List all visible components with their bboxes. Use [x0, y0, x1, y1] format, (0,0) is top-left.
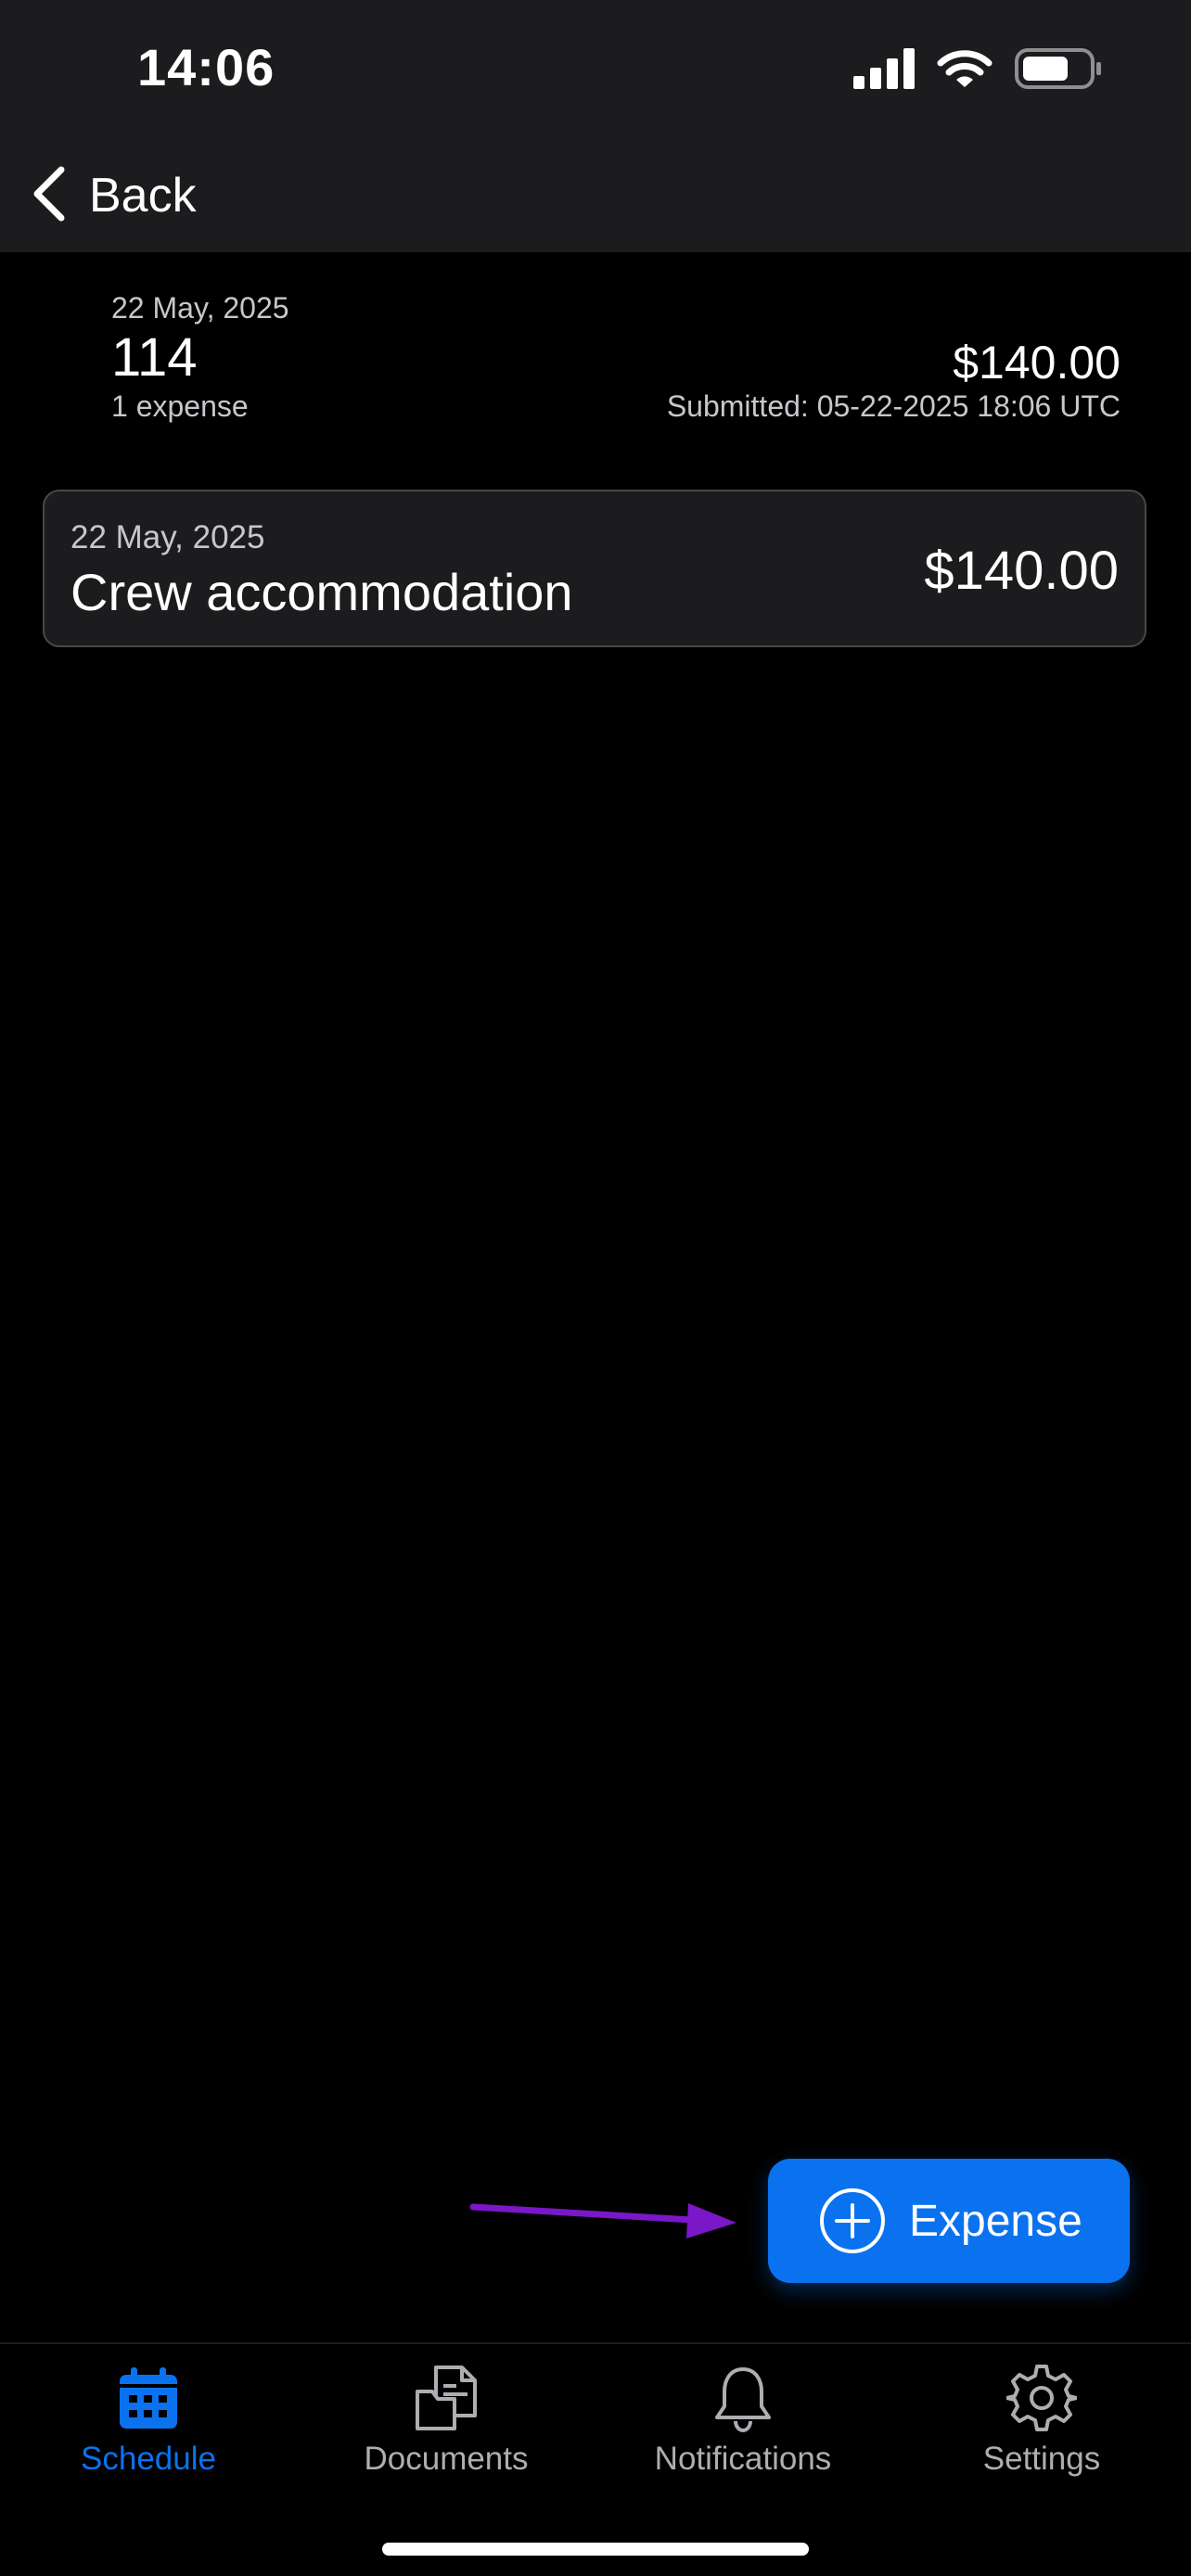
- expense-count: 1 expense: [111, 389, 249, 423]
- back-label: Back: [89, 169, 197, 223]
- report-id: 114: [111, 327, 198, 388]
- annotation-arrow-icon: [469, 2188, 748, 2253]
- tab-settings-label: Settings: [982, 2441, 1101, 2477]
- expense-title: Crew accommodation: [70, 563, 573, 621]
- gear-icon: [1005, 2361, 1079, 2435]
- wifi-icon: [937, 48, 992, 94]
- report-summary: 22 May, 2025 114 1 expense $140.00 Submi…: [0, 252, 1191, 465]
- report-date: 22 May, 2025: [111, 291, 289, 325]
- add-expense-button[interactable]: Expense: [768, 2159, 1130, 2283]
- plus-circle-icon: [818, 2187, 887, 2255]
- add-expense-label: Expense: [909, 2196, 1082, 2246]
- cellular-signal-icon: [853, 47, 915, 94]
- battery-icon: [1015, 47, 1102, 94]
- tab-documents[interactable]: Documents: [307, 2361, 585, 2500]
- tab-bar: Schedule Documents Notifications Setting…: [0, 2342, 1191, 2576]
- report-total: $140.00: [953, 337, 1121, 389]
- tab-notifications-label: Notifications: [654, 2441, 832, 2477]
- expense-date: 22 May, 2025: [70, 519, 265, 555]
- tab-settings[interactable]: Settings: [903, 2361, 1181, 2500]
- tab-notifications[interactable]: Notifications: [604, 2361, 882, 2500]
- status-bar: 14:06: [0, 0, 1191, 139]
- calendar-icon: [111, 2361, 186, 2435]
- bell-icon: [706, 2361, 780, 2435]
- tab-schedule[interactable]: Schedule: [9, 2361, 288, 2500]
- tab-schedule-label: Schedule: [81, 2441, 216, 2477]
- status-icons: [853, 45, 1102, 96]
- home-indicator: [382, 2543, 809, 2556]
- expense-list-item[interactable]: 22 May, 2025 Crew accommodation $140.00: [43, 490, 1146, 647]
- navigation-header: Back: [0, 139, 1191, 252]
- chevron-left-icon: [30, 166, 69, 226]
- documents-icon: [409, 2361, 483, 2435]
- status-time: 14:06: [137, 38, 275, 96]
- submitted-timestamp: Submitted: 05-22-2025 18:06 UTC: [666, 389, 1121, 423]
- tab-documents-label: Documents: [364, 2441, 529, 2477]
- expense-amount: $140.00: [924, 541, 1119, 601]
- back-button[interactable]: Back: [30, 158, 197, 234]
